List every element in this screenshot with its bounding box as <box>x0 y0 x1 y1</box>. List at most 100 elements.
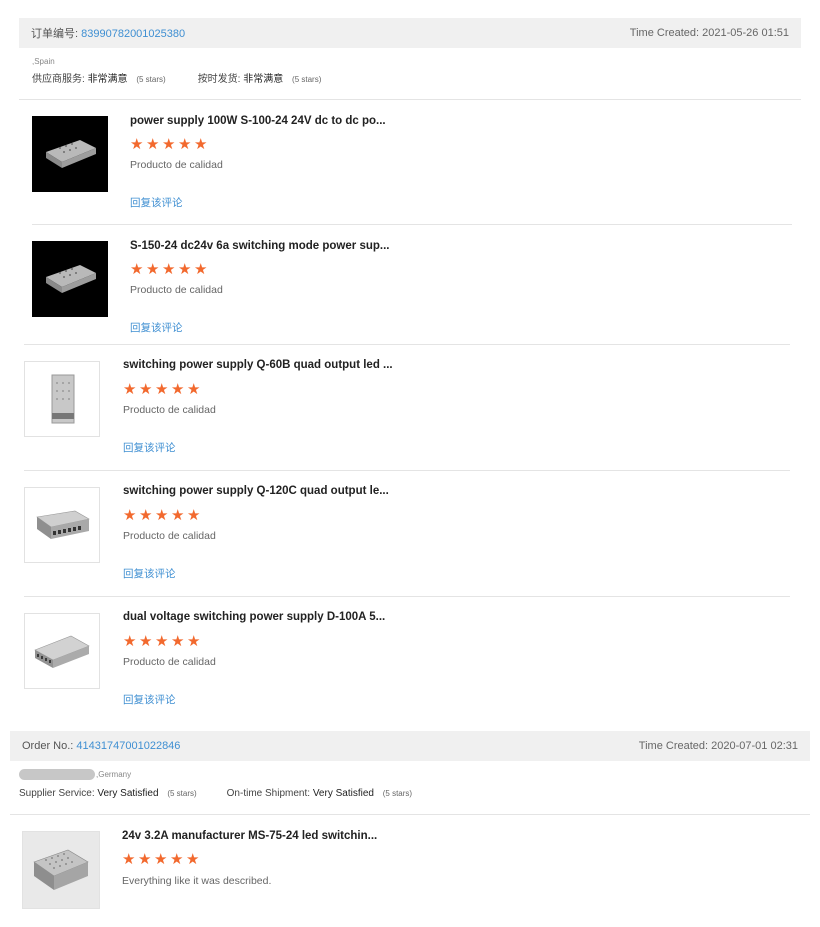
supplier-service-value: 非常满意 <box>87 74 128 85</box>
star-icon: ★ <box>178 261 192 278</box>
power-supply-image <box>34 635 90 668</box>
shipment-value: Very Satisfied <box>312 788 374 799</box>
star-icon: ★ <box>130 136 144 153</box>
product-title[interactable]: switching power supply Q-120C quad outpu… <box>123 485 389 497</box>
divider <box>10 814 810 815</box>
product-title[interactable]: dual voltage switching power supply D-10… <box>123 611 385 623</box>
star-icon: ★ <box>187 381 201 398</box>
time-created: Time Created: 2020-07-01 02:31 <box>638 740 798 752</box>
star-icon: ★ <box>187 507 201 524</box>
reply-link[interactable]: 回复该评论 <box>130 195 183 210</box>
product-thumbnail[interactable] <box>24 487 100 563</box>
supplier-service-value: Very Satisfied <box>97 788 159 799</box>
rating-stars: ★ ★ ★ ★ ★ <box>123 507 202 524</box>
power-supply-image <box>46 140 96 168</box>
shipment-rating: 按时发货: 非常满意 (5 stars) <box>198 70 322 85</box>
shipment-value: 非常满意 <box>243 74 284 85</box>
supplier-service-label: Supplier Service: <box>19 788 95 799</box>
feedback-text: Everything like it was described. <box>122 875 272 887</box>
star-icon: ★ <box>170 851 184 868</box>
star-icon: ★ <box>194 261 208 278</box>
product-title[interactable]: switching power supply Q-60B quad output… <box>123 359 393 371</box>
star-icon: ★ <box>171 633 185 650</box>
feedback-text: Producto de calidad <box>130 159 223 171</box>
star-icon: ★ <box>146 136 160 153</box>
divider <box>24 596 790 597</box>
order-header: Order No.: 41431747001022846 Time Create… <box>10 731 810 761</box>
product-thumbnail[interactable] <box>22 831 100 909</box>
star-icon: ★ <box>171 507 185 524</box>
star-icon: ★ <box>139 507 153 524</box>
product-title[interactable]: power supply 100W S-100-24 24V dc to dc … <box>130 115 386 127</box>
star-icon: ★ <box>154 851 168 868</box>
order-number-block: 订单编号: 83990782001025380 <box>31 25 185 41</box>
star-icon: ★ <box>138 851 152 868</box>
divider <box>32 224 792 225</box>
star-icon: ★ <box>155 633 169 650</box>
product-thumbnail[interactable] <box>32 116 108 192</box>
power-supply-image <box>33 849 89 890</box>
star-icon: ★ <box>194 136 208 153</box>
shipment-stars: (5 stars) <box>292 75 322 84</box>
order-number-block: Order No.: 41431747001022846 <box>22 740 180 752</box>
buyer-country: ,Germany <box>96 770 132 779</box>
reply-link[interactable]: 回复该评论 <box>123 440 176 455</box>
star-icon: ★ <box>122 851 136 868</box>
order-header: 订单编号: 83990782001025380 Time Created: 20… <box>19 18 801 48</box>
product-title[interactable]: S-150-24 dc24v 6a switching mode power s… <box>130 240 389 252</box>
rating-stars: ★ ★ ★ ★ ★ <box>130 261 209 278</box>
buyer-info: ,Spain 供应商服务: 非常满意 (5 stars) 按时发货: 非常满意 … <box>32 57 321 85</box>
buyer-country-row: ,Germany <box>19 769 412 780</box>
supplier-service-rating: Supplier Service: Very Satisfied (5 star… <box>19 788 197 799</box>
star-icon: ★ <box>171 381 185 398</box>
order-number-label: Order No.: <box>22 740 74 752</box>
star-icon: ★ <box>139 381 153 398</box>
product-thumbnail[interactable] <box>32 241 108 317</box>
reply-link[interactable]: 回复该评论 <box>130 320 183 335</box>
reply-link[interactable]: 回复该评论 <box>123 692 176 707</box>
shipment-stars: (5 stars) <box>382 789 413 798</box>
supplier-service-rating: 供应商服务: 非常满意 (5 stars) <box>32 70 166 85</box>
star-icon: ★ <box>155 507 169 524</box>
reply-link[interactable]: 回复该评论 <box>123 566 176 581</box>
order-number-link[interactable]: 41431747001022846 <box>76 740 180 752</box>
star-icon: ★ <box>123 633 137 650</box>
supplier-service-label: 供应商服务: <box>32 74 85 85</box>
shipment-label: 按时发货: <box>197 74 241 85</box>
supplier-service-stars: (5 stars) <box>167 789 197 798</box>
buyer-info: ,Germany Supplier Service: Very Satisfie… <box>19 769 412 799</box>
star-icon: ★ <box>155 381 169 398</box>
star-icon: ★ <box>162 136 176 153</box>
rating-stars: ★ ★ ★ ★ ★ <box>123 633 202 650</box>
star-icon: ★ <box>130 261 144 278</box>
supplier-service-stars: (5 stars) <box>136 75 166 84</box>
star-icon: ★ <box>178 136 192 153</box>
time-created: Time Created: 2021-05-26 01:51 <box>629 27 789 39</box>
order-number-label: 订单编号: <box>31 28 79 40</box>
feedback-text: Producto de calidad <box>130 284 223 296</box>
star-icon: ★ <box>123 381 137 398</box>
seller-ratings: Supplier Service: Very Satisfied (5 star… <box>19 788 412 799</box>
feedback-text: Producto de calidad <box>123 404 216 416</box>
divider <box>24 344 790 345</box>
product-thumbnail[interactable] <box>24 613 100 689</box>
star-icon: ★ <box>123 507 137 524</box>
feedback-text: Producto de calidad <box>123 530 216 542</box>
shipment-label: On-time Shipment: <box>226 788 311 799</box>
seller-ratings: 供应商服务: 非常满意 (5 stars) 按时发货: 非常满意 (5 star… <box>32 70 321 85</box>
rating-stars: ★ ★ ★ ★ ★ <box>122 851 201 868</box>
star-icon: ★ <box>186 851 200 868</box>
power-supply-image <box>51 374 75 424</box>
divider <box>24 470 790 471</box>
star-icon: ★ <box>139 633 153 650</box>
buyer-name-redacted <box>19 769 95 780</box>
product-title[interactable]: 24v 3.2A manufacturer MS-75-24 led switc… <box>122 830 377 842</box>
star-icon: ★ <box>146 261 160 278</box>
shipment-rating: On-time Shipment: Very Satisfied (5 star… <box>227 788 412 799</box>
order-number-link[interactable]: 83990782001025380 <box>81 28 185 40</box>
power-supply-image <box>46 265 96 293</box>
power-supply-image <box>36 510 90 539</box>
divider <box>19 99 801 100</box>
star-icon: ★ <box>162 261 176 278</box>
product-thumbnail[interactable] <box>24 361 100 437</box>
